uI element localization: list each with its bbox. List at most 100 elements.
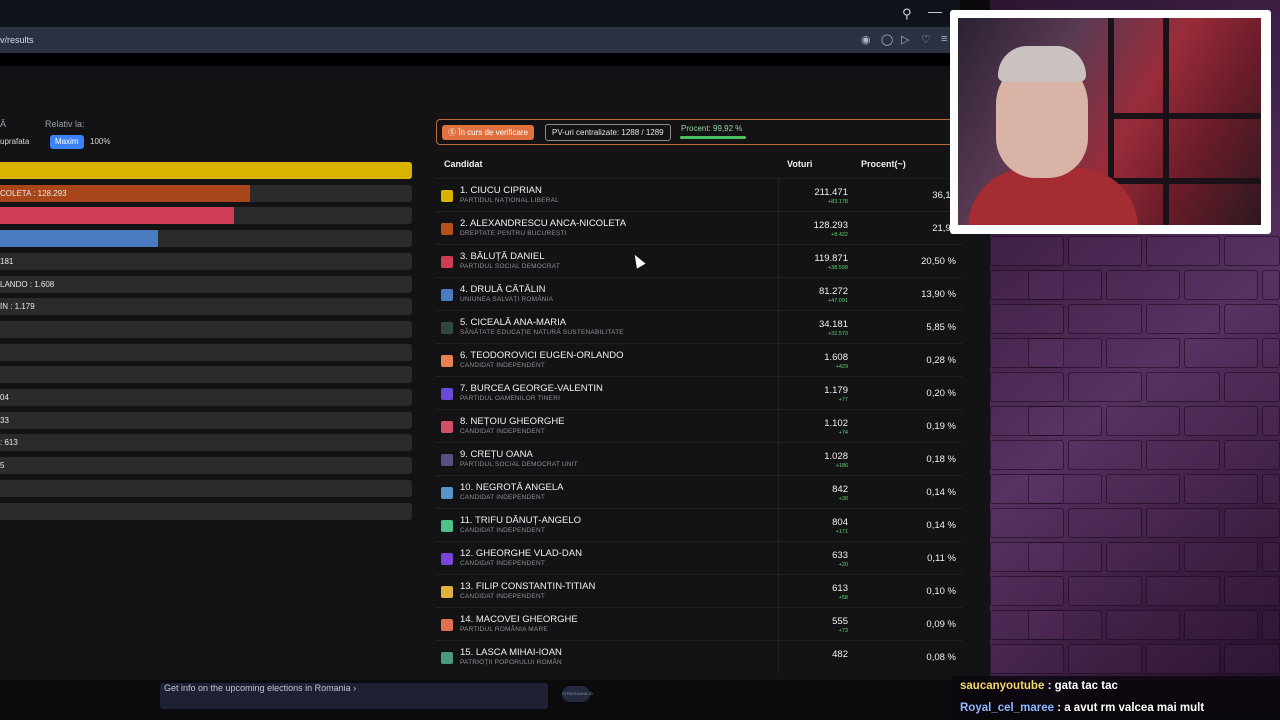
candidate-votes: 555 (832, 616, 848, 627)
candidate-color-swatch (441, 586, 453, 598)
candidate-color-swatch (441, 190, 453, 202)
candidate-votes: 804 (832, 517, 848, 528)
wall-brick (1224, 644, 1280, 674)
header-candidat[interactable]: Candidat (444, 159, 483, 169)
wall-brick (1068, 236, 1142, 266)
page-top-band (0, 53, 960, 66)
table-row[interactable]: 4. DRULĂ CĂTĂLIN UNIUNEA SALVAȚI ROMÂNIA 8… (436, 277, 962, 311)
result-bar: IN : 1.179 (0, 298, 412, 316)
header-procent[interactable]: Procent(~) (861, 159, 906, 169)
candidate-votes-delta: +58 (838, 595, 848, 601)
result-bar (0, 207, 412, 225)
shield-icon[interactable]: ◯ (881, 33, 893, 46)
candidate-percent: 0,10 % (926, 586, 956, 597)
candidate-name: 1. CIUCU CIPRIAN (460, 185, 542, 196)
candidate-name: 8. NEȚOIU GHEORGHE (460, 416, 565, 427)
wall-brick (1028, 338, 1102, 368)
candidate-votes-delta: +8.422 (831, 232, 848, 238)
result-bar-fill (0, 162, 412, 179)
candidate-party: UNIUNEA SALVAȚI ROMÂNIA (460, 296, 554, 303)
header-voturi[interactable]: Voturi (787, 159, 812, 169)
search-icon[interactable]: ⚲ (902, 6, 912, 22)
result-bar (0, 162, 412, 179)
table-row[interactable]: 2. ALEXANDRESCU ANCA-NICOLETA DREPTATE PE… (436, 211, 962, 245)
wall-brick (1028, 474, 1102, 504)
result-bar-label: 04 (0, 393, 9, 402)
wall-brick (1184, 338, 1258, 368)
wall-brick (990, 644, 1064, 674)
webcam-feed (958, 18, 1261, 225)
candidate-votes: 128.293 (813, 220, 848, 231)
column-separator (778, 509, 779, 542)
candidate-name: 12. GHEORGHE VLAD-DAN (460, 548, 582, 559)
address-bar[interactable]: v/results ◉ ◯ ▷ ♡ ≡ (0, 27, 960, 53)
chat-username: Royal_cel_maree (960, 702, 1054, 714)
strike-logo: STRIKEDANA.ID (562, 686, 593, 702)
table-row[interactable]: 1. CIUCU CIPRIAN PARTIDUL NAȚIONAL LIBERA… (436, 178, 962, 212)
candidate-percent: 0,11 % (927, 553, 956, 564)
wall-brick (1106, 542, 1180, 572)
candidate-votes: 482 (832, 649, 848, 660)
table-row[interactable]: 5. CICEALĂ ANA-MARIA SĂNĂTATE EDUCAȚIE NA… (436, 310, 962, 344)
table-row[interactable]: 11. TRIFU DĂNUȚ-ANGELO CANDIDAT INDEPENDE… (436, 508, 962, 542)
table-row[interactable]: 10. NEGROTĂ ANGELA CANDIDAT INDEPENDENT 84… (436, 475, 962, 509)
table-row[interactable]: 13. FILIP CONSTANTIN-TITIAN CANDIDAT INDE… (436, 574, 962, 608)
candidate-color-swatch (441, 289, 453, 301)
result-bar-label: COLETA : 128.293 (0, 188, 67, 198)
candidate-votes: 34.181 (818, 319, 848, 330)
table-row[interactable]: 8. NEȚOIU GHEORGHE CANDIDAT INDEPENDENT 1.… (436, 409, 962, 443)
column-separator (778, 476, 779, 509)
candidate-party: PARTIDUL NAȚIONAL LIBERAL (460, 197, 559, 204)
wall-brick (1262, 610, 1280, 640)
candidate-votes-delta: +429 (835, 364, 848, 370)
menu-icon[interactable]: ≡ (941, 33, 947, 45)
play-icon[interactable]: ▷ (901, 33, 909, 46)
candidate-color-swatch (441, 520, 453, 532)
candidate-color-swatch (441, 553, 453, 565)
candidate-votes-delta: +20 (838, 562, 848, 568)
url-text[interactable]: v/results (0, 35, 34, 45)
suprafata-option[interactable]: uprafata (0, 137, 29, 146)
candidate-party: CANDIDAT INDEPENDENT (460, 428, 546, 435)
candidate-percent: 0,28 % (926, 355, 956, 366)
wall-brick (1262, 338, 1280, 368)
column-separator (778, 410, 779, 443)
table-row[interactable]: 9. CREȚU OANA PARTIDUL SOCIAL DEMOCRAT UN… (436, 442, 962, 476)
wall-brick (990, 508, 1064, 538)
candidate-percent: 0,09 % (926, 619, 956, 630)
maxim-button[interactable]: Maxim (50, 135, 84, 149)
heart-icon[interactable]: ♡ (921, 33, 931, 46)
result-bar (0, 479, 412, 497)
wall-brick (1028, 542, 1102, 572)
table-row[interactable]: 6. TEODOROVICI EUGEN-ORLANDO CANDIDAT IND… (436, 343, 962, 377)
candidate-color-swatch (441, 388, 453, 400)
result-bar: 181 (0, 252, 412, 270)
chat-message: saucanyoutube : gata tac tac (960, 680, 1118, 692)
chat-text: : a avut rm valcea mai mult (1057, 702, 1205, 714)
candidate-name: 10. NEGROTĂ ANGELA (460, 482, 564, 493)
camera-icon[interactable]: ◉ (861, 33, 871, 46)
percent-button[interactable]: 100% (90, 137, 110, 146)
wall-brick (1224, 440, 1280, 470)
wall-brick (1262, 270, 1280, 300)
result-bar-label: 181 (0, 256, 14, 266)
minimize-icon[interactable]: — (928, 3, 942, 19)
result-bar-label: LANDO : 1.608 (0, 279, 55, 289)
column-separator (778, 377, 779, 410)
candidate-name: 14. MACOVEI GHEORGHE (460, 614, 578, 625)
column-separator (778, 278, 779, 311)
table-row[interactable]: 15. LASCA MIHAI-IOAN PATRIOȚII POPORULUI … (436, 640, 962, 674)
table-row[interactable]: 3. BĂLUȚĂ DANIEL PARTIDUL SOCIAL DEMOCRAT… (436, 244, 962, 278)
wall-brick (1068, 508, 1142, 538)
webcam-frame (950, 10, 1271, 234)
wall-brick (1106, 610, 1180, 640)
candidate-name: 6. TEODOROVICI EUGEN-ORLANDO (460, 350, 624, 361)
candidate-color-swatch (441, 454, 453, 466)
table-row[interactable]: 14. MACOVEI GHEORGHE PARTIDUL ROMÂNIA MAR… (436, 607, 962, 641)
table-row[interactable]: 12. GHEORGHE VLAD-DAN CANDIDAT INDEPENDEN… (436, 541, 962, 575)
candidate-percent: 5,85 % (926, 322, 956, 333)
table-row[interactable]: 7. BURCEA GEORGE-VALENTIN PARTIDUL OAMENI… (436, 376, 962, 410)
info-banner-text[interactable]: Get info on the upcoming elections in Ro… (164, 683, 356, 693)
candidate-votes-delta: +47.091 (827, 298, 848, 304)
procent-progress-bar (680, 136, 746, 139)
